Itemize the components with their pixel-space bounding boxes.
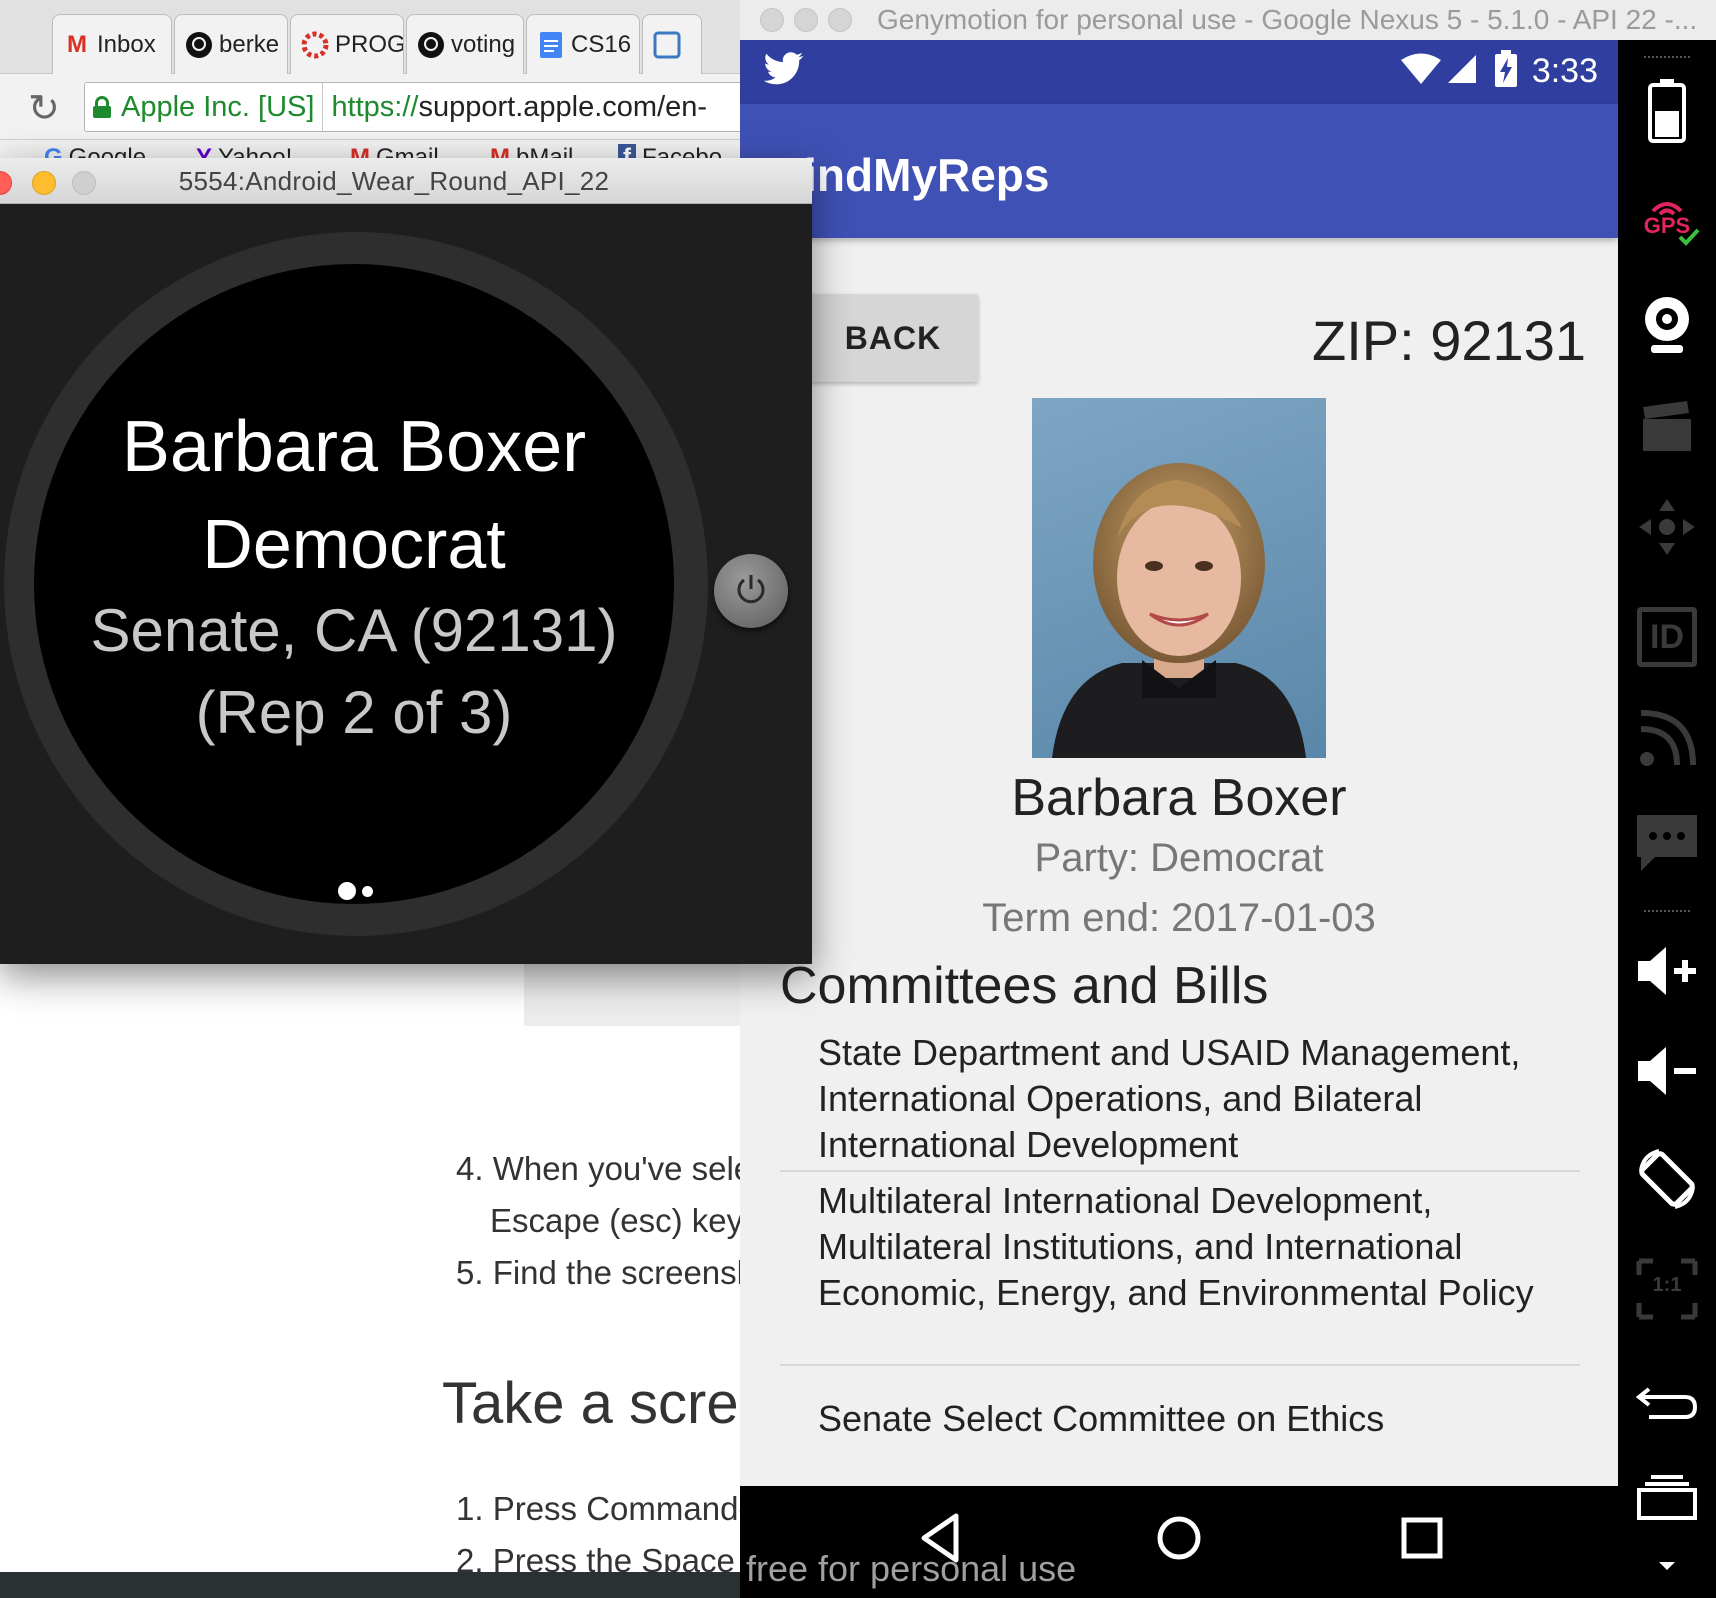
article-image-placeholder [524,960,760,1026]
battery-charging-icon [1494,50,1518,93]
zip-code-label: ZIP: 92131 [1312,309,1586,372]
tab-partial[interactable] [642,14,702,74]
prog-icon [301,31,329,59]
watch-rep-index: (Rep 2 of 3) [195,679,513,746]
article-step-4: 4. When you've sele [456,1150,753,1187]
desktop-background [0,1572,760,1598]
representative-party: Party: Democrat [1034,836,1324,880]
status-clock: 3:33 [1531,52,1598,90]
watch-rep-name: Barbara Boxer [121,407,587,487]
network-widget-icon[interactable] [1632,704,1702,774]
genymotion-titlebar: Genymotion for personal use - Google Nex… [740,0,1716,40]
tab-inbox[interactable]: M Inbox [52,14,172,74]
window-minimize-button[interactable] [794,8,818,32]
sidebar-separator [1644,56,1690,58]
app-toolbar: FindMyReps [740,104,1618,238]
wear-window-title: 5554:Android_Wear_Round_API_22 [178,166,610,196]
wear-window-titlebar: 5554:Android_Wear_Round_API_22 [0,158,812,204]
list-item[interactable]: State Department and USAID Management, I… [780,1024,1580,1172]
tab-voting[interactable]: voting [406,14,524,74]
nav-recents-icon[interactable] [1392,1508,1452,1568]
device-id-label: ID [1637,607,1697,667]
docs-icon [537,31,565,59]
tab-berke[interactable]: berke [174,14,288,74]
volume-up-icon[interactable] [1632,936,1702,1006]
screencast-widget-icon[interactable] [1632,392,1702,462]
github-icon [185,31,213,59]
representative-photo [1032,398,1326,758]
watch-power-button[interactable] [714,554,788,628]
committees-heading: Committees and Bills [780,957,1269,1015]
reload-icon[interactable]: ↻ [28,86,60,131]
genymotion-window-title: Genymotion for personal use - Google Nex… [877,4,1698,35]
genymotion-window: Genymotion for personal use - Google Nex… [740,0,1716,1598]
browser-tab-bar: M Inbox berke PROG voting CS16 [0,0,760,74]
article-heading: Take a scree [442,1371,760,1436]
window-close-button[interactable] [760,8,784,32]
device-id-widget-icon[interactable]: ID [1632,602,1702,672]
gps-widget-icon[interactable]: GPS [1632,182,1702,252]
watch-screen[interactable]: Barbara Boxer Democrat Senate, CA (92131… [34,264,674,904]
power-icon [733,571,769,612]
sidebar-recents-icon[interactable] [1632,1462,1702,1532]
signal-icon [1446,53,1478,90]
android-status-bar: 3:33 [740,40,1618,104]
battery-widget-icon[interactable] [1632,76,1702,146]
sidebar-separator [1644,910,1690,912]
sidebar-scroll-down-icon[interactable] [1632,1546,1702,1586]
app-title: FindMyReps [776,149,1050,201]
android-wear-emulator-window: 5554:Android_Wear_Round_API_22 Barbara B… [0,158,812,964]
representative-name: Barbara Boxer [1011,769,1347,827]
representative-term-end: Term end: 2017-01-03 [982,896,1376,940]
rotate-screen-icon[interactable] [1632,1144,1702,1214]
address-bar[interactable]: Apple Inc. [US] https:// support.apple.c… [84,82,760,132]
window-zoom-button[interactable] [828,8,852,32]
dpad-widget-icon[interactable] [1632,492,1702,562]
twitter-icon [763,52,804,91]
genymotion-watermark: free for personal use [746,1548,1077,1589]
ev-certificate-badge[interactable]: Apple Inc. [US] [85,83,324,131]
watch-rep-district: Senate, CA (92131) [90,597,618,664]
pixel-perfect-icon[interactable]: 1:1 [1632,1254,1702,1324]
nav-home-icon[interactable] [1149,1508,1209,1568]
wifi-icon [1400,53,1442,90]
github-icon [417,31,445,59]
browser-toolbar: ↻ Apple Inc. [US] https:// support.apple… [0,74,760,140]
gmail-icon: M [67,30,87,58]
list-item[interactable]: Senate Select Committee on Ethics [780,1366,1580,1466]
tab-site-icon [653,31,681,59]
article-step-1: 1. Press Command-S [456,1490,760,1527]
webcam-widget-icon[interactable] [1632,290,1702,360]
android-phone-screen: 3:33 FindMyReps BACK ZIP: 92131 Barbara … [740,40,1618,1598]
url-scheme: https:// [331,90,419,123]
page-dot [362,886,373,897]
page-dot-active [338,882,356,900]
tab-cs16[interactable]: CS16 [526,14,640,74]
sidebar-back-icon[interactable] [1632,1366,1702,1436]
page-indicator [334,880,384,900]
list-item[interactable]: Multilateral International Development, … [780,1172,1580,1366]
status-icons: 3:33 [1400,50,1598,93]
article-step-5: 5. Find the screensh [456,1254,755,1291]
genymotion-sidebar: GPS ID 1:1 [1618,40,1716,1598]
tab-prog[interactable]: PROG [290,14,404,74]
url-host: support.apple.com/en- [418,90,708,123]
sms-widget-icon[interactable] [1632,808,1702,878]
volume-down-icon[interactable] [1632,1036,1702,1106]
back-button[interactable]: BACK [808,294,978,382]
pixel-ratio-label: 1:1 [1652,1274,1682,1296]
article-step-4-cont: Escape (esc) key b [490,1202,760,1239]
lock-icon [93,96,111,118]
watch-rep-party: Democrat [202,505,506,583]
